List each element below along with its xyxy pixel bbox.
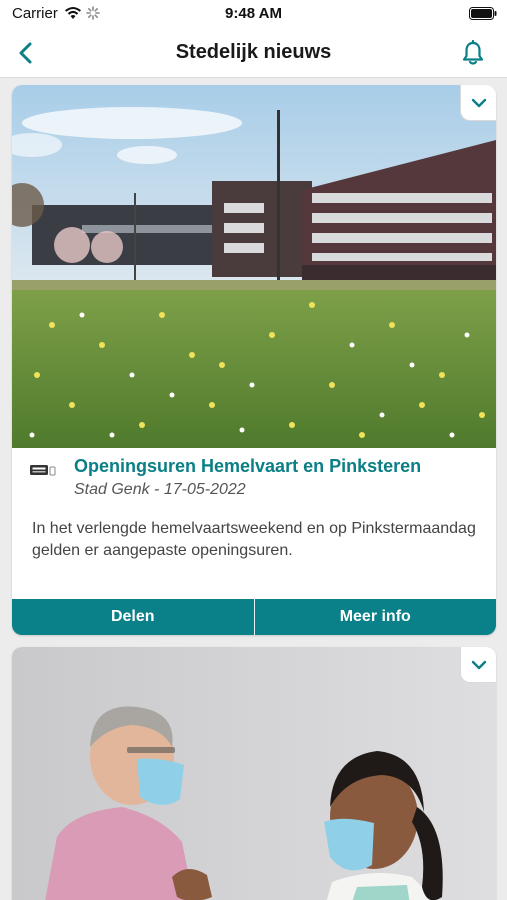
newspaper-icon (30, 465, 56, 476)
action-divider (253, 599, 255, 635)
collapse-toggle[interactable] (460, 85, 496, 121)
chevron-down-icon (471, 660, 486, 669)
news-feed[interactable]: Openingsuren Hemelvaart en Pinksteren St… (0, 79, 507, 900)
news-card[interactable] (12, 647, 496, 900)
navigation-bar: Stedelijk nieuws (0, 28, 507, 78)
news-card[interactable]: Openingsuren Hemelvaart en Pinksteren St… (12, 85, 496, 635)
chevron-down-icon (471, 98, 486, 107)
status-bar: Carrier 9:48 AM (0, 0, 507, 28)
news-image[interactable] (12, 647, 496, 900)
page-title: Stedelijk nieuws (175, 41, 332, 63)
news-title[interactable]: Openingsuren Hemelvaart en Pinksteren (74, 456, 421, 477)
bell-icon[interactable] (459, 39, 487, 67)
share-button[interactable]: Delen (12, 599, 254, 635)
collapse-toggle[interactable] (460, 647, 496, 683)
news-image[interactable] (12, 85, 496, 448)
news-summary: In het verlengde hemelvaartsweekend en o… (32, 520, 476, 559)
news-source-date: Stad Genk - 17-05-2022 (74, 481, 246, 498)
news-card-actions: Delen Meer info (12, 599, 496, 635)
battery-icon (469, 7, 497, 20)
news-card-header: Openingsuren Hemelvaart en Pinksteren St… (12, 448, 496, 508)
more-info-button[interactable]: Meer info (255, 599, 497, 635)
clock-time: 9:48 AM (225, 5, 282, 22)
